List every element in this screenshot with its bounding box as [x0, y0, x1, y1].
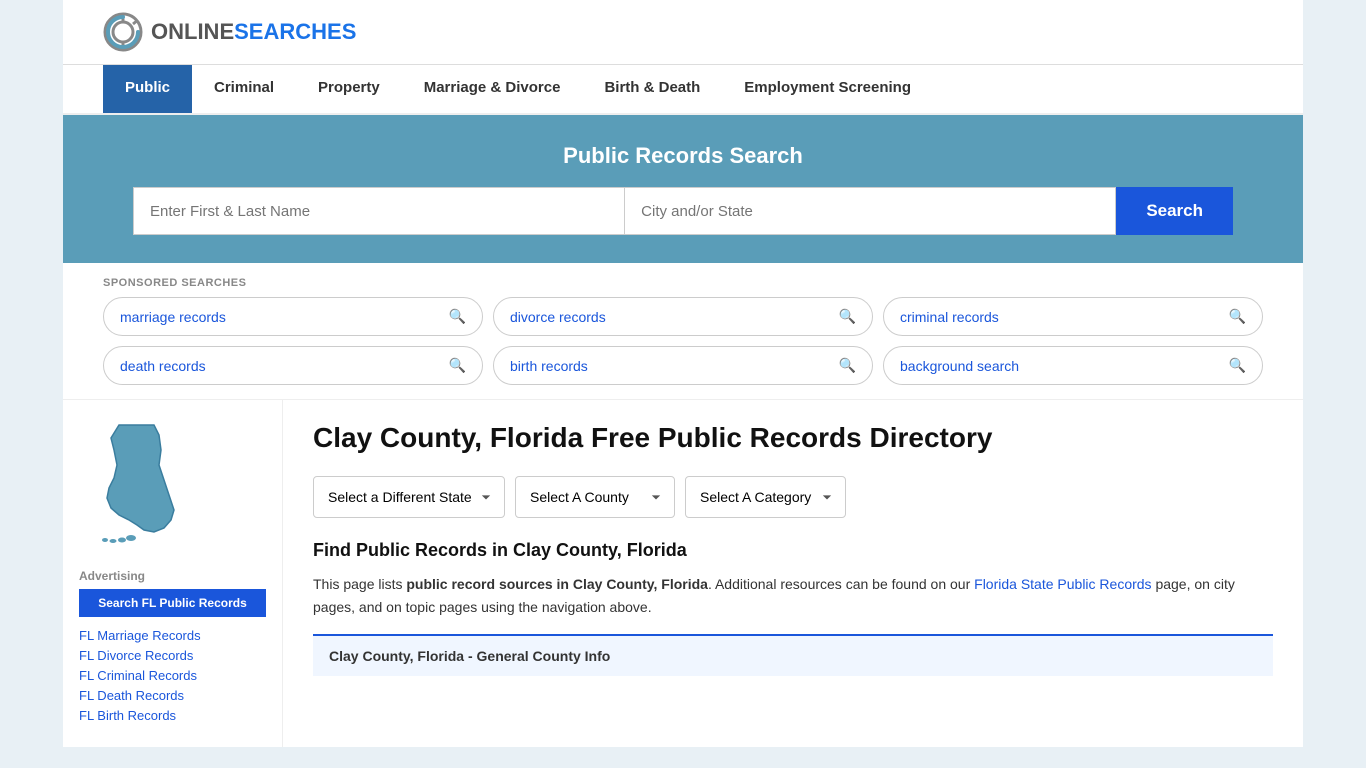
search-icon-background: 🔍 [1229, 357, 1246, 374]
search-icon-birth: 🔍 [839, 357, 856, 374]
search-button[interactable]: Search [1116, 187, 1233, 235]
content-area: Clay County, Florida Free Public Records… [283, 400, 1303, 747]
sponsored-label-death: death records [120, 358, 206, 374]
sponsored-label-background: background search [900, 358, 1019, 374]
description-text: This page lists public record sources in… [313, 573, 1273, 618]
location-input[interactable] [624, 187, 1116, 235]
sponsored-section: SPONSORED SEARCHES marriage records 🔍 di… [63, 263, 1303, 400]
find-records-title: Find Public Records in Clay County, Flor… [313, 540, 1273, 561]
nav-item-public[interactable]: Public [103, 65, 192, 113]
search-banner-title: Public Records Search [103, 143, 1263, 169]
sidebar-link-death[interactable]: FL Death Records [79, 687, 266, 703]
florida-state-link[interactable]: Florida State Public Records [974, 576, 1151, 592]
sidebar-links: FL Marriage Records FL Divorce Records F… [79, 627, 266, 723]
search-row: Search [133, 187, 1233, 235]
dropdowns-row: Select a Different State Select A County… [313, 476, 1273, 518]
nav-item-employment[interactable]: Employment Screening [722, 65, 933, 113]
florida-map-container [79, 420, 266, 553]
main-nav: Public Criminal Property Marriage & Divo… [63, 65, 1303, 115]
sponsored-label-divorce: divorce records [510, 309, 606, 325]
nav-item-criminal[interactable]: Criminal [192, 65, 296, 113]
sponsored-label-marriage: marriage records [120, 309, 226, 325]
county-dropdown[interactable]: Select A County [515, 476, 675, 518]
page-title: Clay County, Florida Free Public Records… [313, 420, 1273, 456]
nav-item-property[interactable]: Property [296, 65, 402, 113]
search-banner: Public Records Search Search [63, 115, 1303, 263]
ad-button[interactable]: Search FL Public Records [79, 589, 266, 617]
sidebar-link-divorce[interactable]: FL Divorce Records [79, 647, 266, 663]
sidebar-link-birth[interactable]: FL Birth Records [79, 707, 266, 723]
sponsored-item-marriage[interactable]: marriage records 🔍 [103, 297, 483, 336]
nav-item-birth-death[interactable]: Birth & Death [582, 65, 722, 113]
sidebar: Advertising Search FL Public Records FL … [63, 400, 283, 747]
florida-map-icon [79, 420, 199, 550]
logo: ONLINESEARCHES [103, 12, 356, 52]
sidebar-link-criminal[interactable]: FL Criminal Records [79, 667, 266, 683]
sponsored-label-birth: birth records [510, 358, 588, 374]
sponsored-item-background[interactable]: background search 🔍 [883, 346, 1263, 385]
category-dropdown[interactable]: Select A Category [685, 476, 846, 518]
logo-icon [103, 12, 143, 52]
sponsored-label: SPONSORED SEARCHES [103, 277, 1263, 289]
name-input[interactable] [133, 187, 624, 235]
sponsored-item-divorce[interactable]: divorce records 🔍 [493, 297, 873, 336]
sidebar-link-marriage[interactable]: FL Marriage Records [79, 627, 266, 643]
nav-item-marriage-divorce[interactable]: Marriage & Divorce [402, 65, 583, 113]
page-body: Advertising Search FL Public Records FL … [63, 400, 1303, 747]
sponsored-grid: marriage records 🔍 divorce records 🔍 cri… [103, 297, 1263, 385]
logo-text: ONLINESEARCHES [151, 19, 356, 45]
search-icon-death: 🔍 [449, 357, 466, 374]
search-icon-criminal: 🔍 [1229, 308, 1246, 325]
state-dropdown[interactable]: Select a Different State [313, 476, 505, 518]
sponsored-label-criminal: criminal records [900, 309, 999, 325]
search-icon-marriage: 🔍 [449, 308, 466, 325]
county-info-bar: Clay County, Florida - General County In… [313, 634, 1273, 676]
header: ONLINESEARCHES [63, 0, 1303, 65]
sponsored-item-birth[interactable]: birth records 🔍 [493, 346, 873, 385]
search-icon-divorce: 🔍 [839, 308, 856, 325]
sponsored-item-criminal[interactable]: criminal records 🔍 [883, 297, 1263, 336]
ad-label: Advertising [79, 569, 266, 583]
sponsored-item-death[interactable]: death records 🔍 [103, 346, 483, 385]
